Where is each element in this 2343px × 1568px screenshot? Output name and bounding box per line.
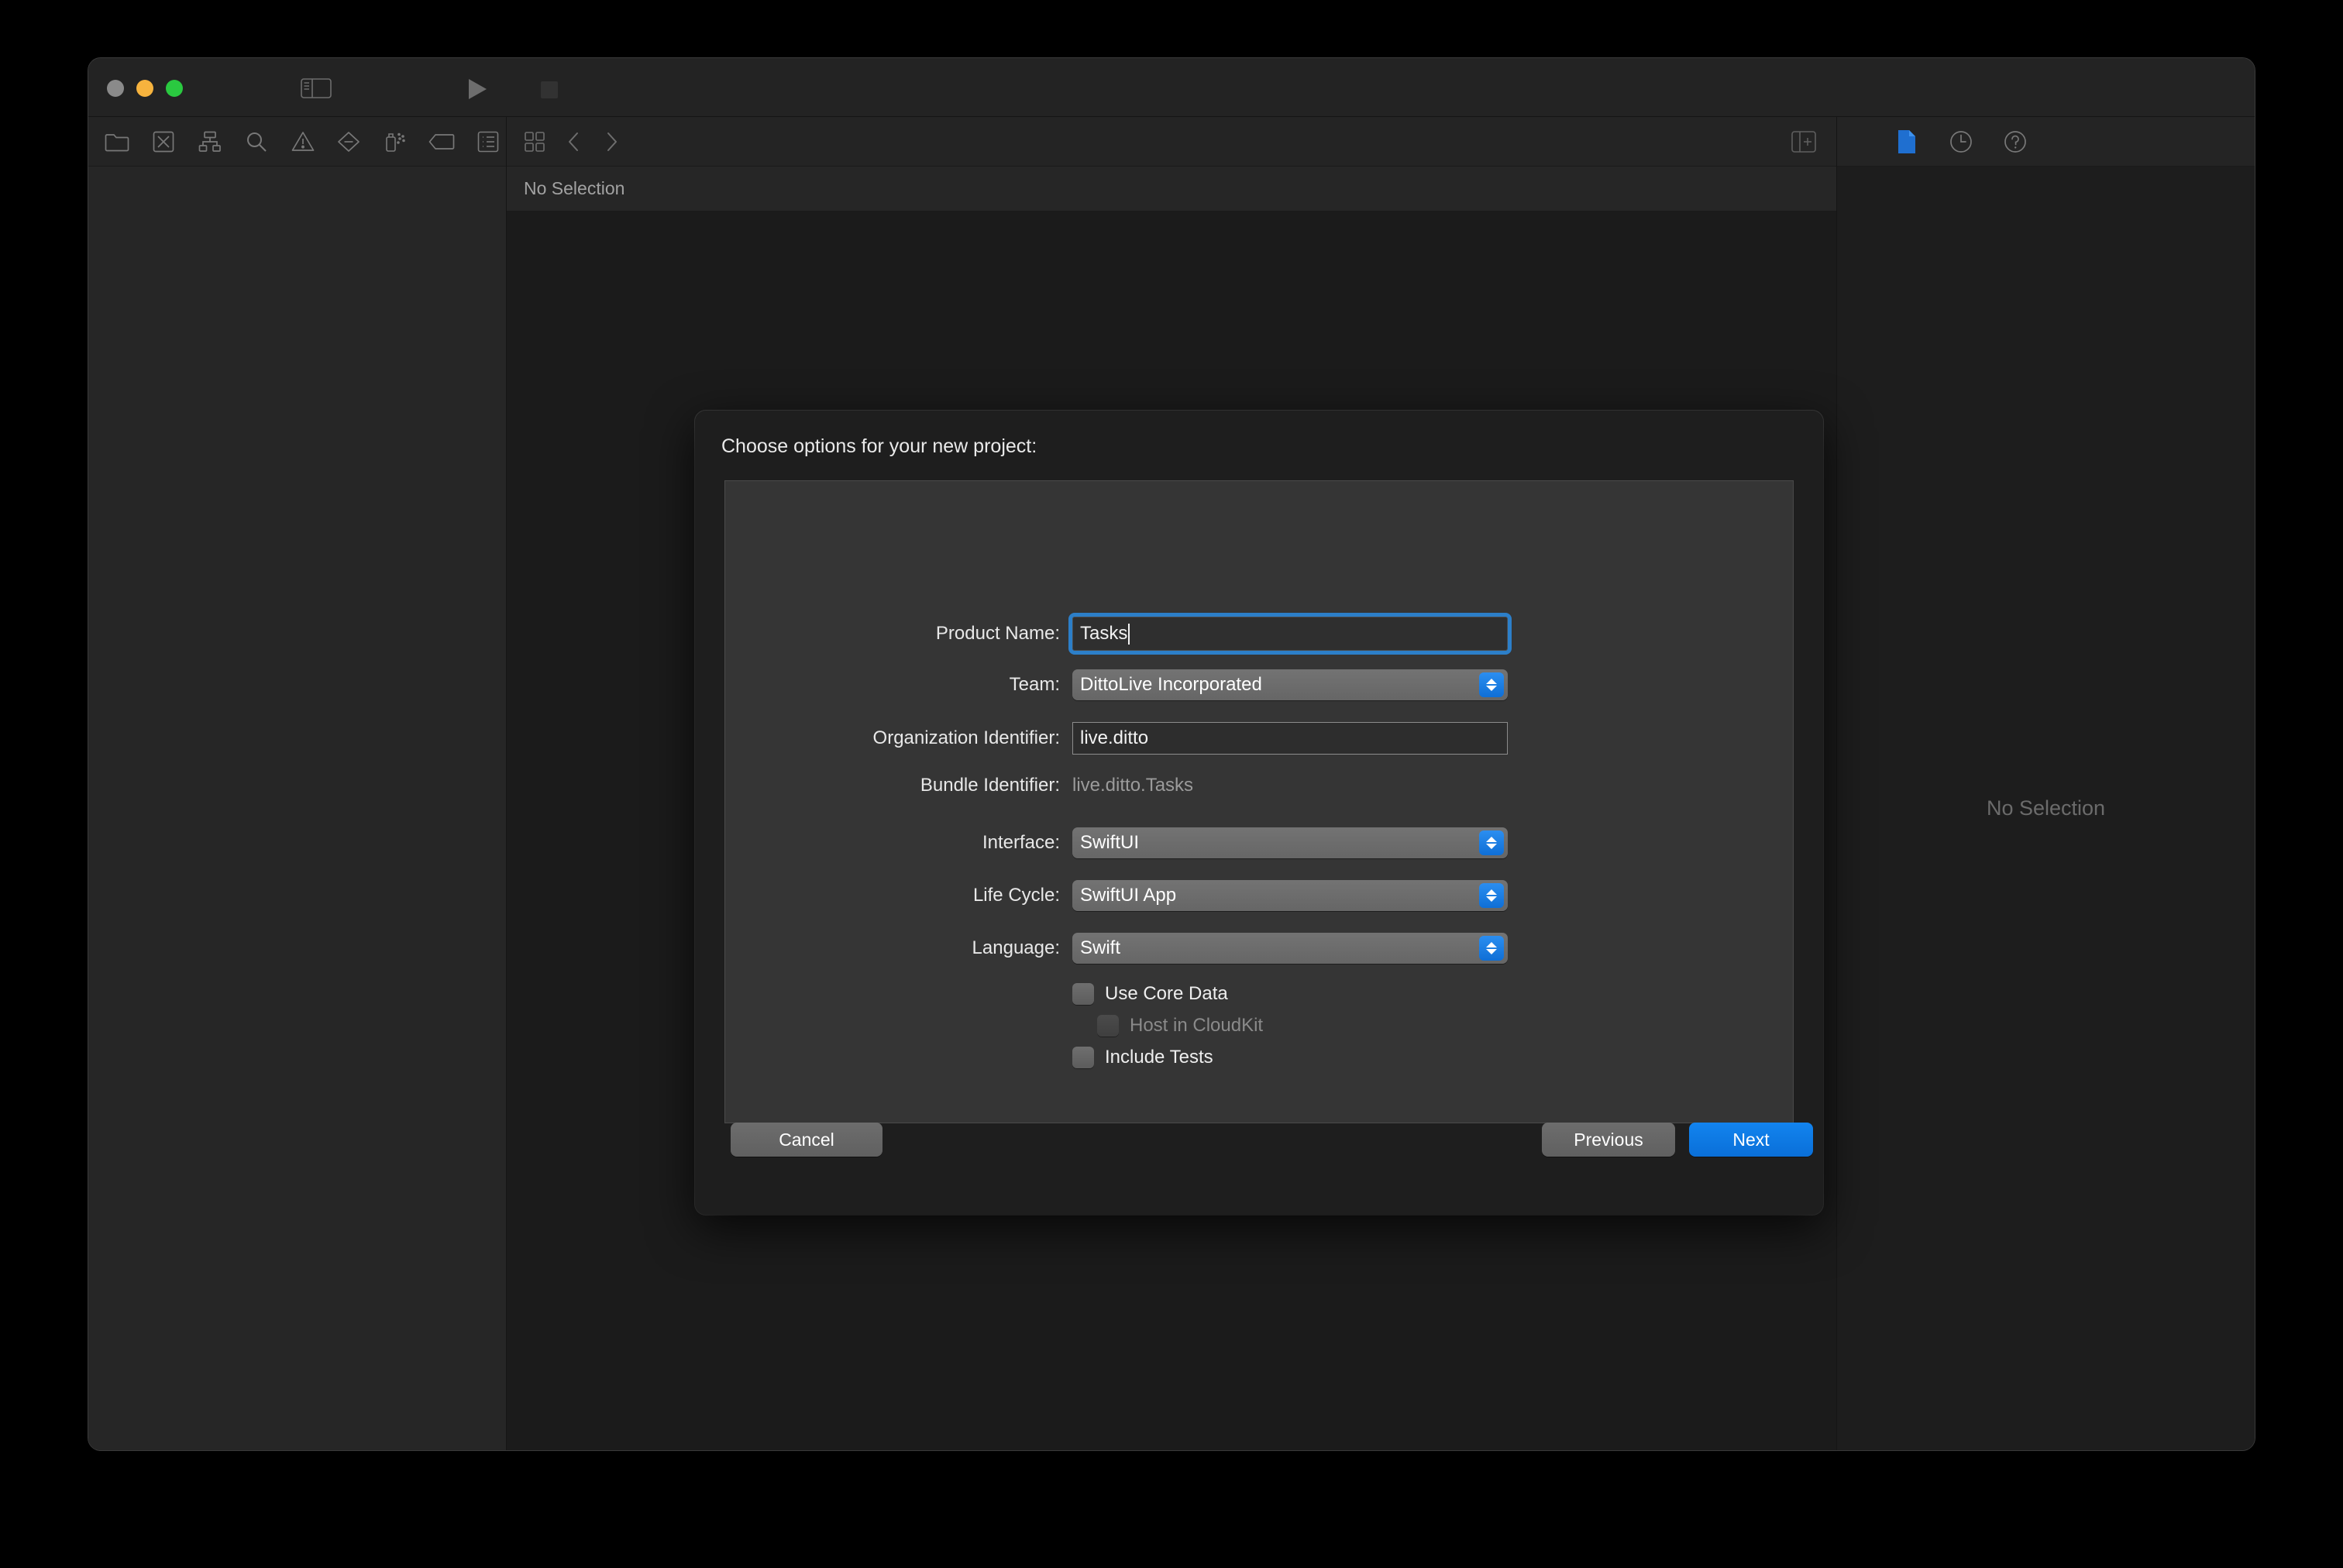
use-core-data-checkbox-row[interactable]: Use Core Data <box>1072 983 1228 1005</box>
chevron-right-icon[interactable] <box>595 126 629 158</box>
bundle-identifier-value: live.ditto.Tasks <box>1072 775 1194 796</box>
product-name-value: Tasks <box>1080 623 1128 644</box>
include-tests-label: Include Tests <box>1105 1047 1213 1068</box>
warning-triangle-icon[interactable] <box>285 126 321 157</box>
xcode-window: No Selection No Selection Choose options… <box>88 58 2255 1450</box>
interface-row: Interface: SwiftUI <box>725 827 1508 858</box>
chevron-left-icon[interactable] <box>556 126 590 158</box>
sidebar-toggle-icon[interactable] <box>299 78 333 98</box>
file-icon[interactable] <box>1893 128 1921 156</box>
related-items-icon[interactable] <box>518 126 552 158</box>
life-cycle-row: Life Cycle: SwiftUI App <box>725 880 1508 911</box>
host-in-cloudkit-checkbox-row: Host in CloudKit <box>1097 1015 1263 1037</box>
product-name-input[interactable]: Tasks <box>1068 613 1512 655</box>
host-in-cloudkit-label: Host in CloudKit <box>1130 1015 1264 1036</box>
zoom-window-button[interactable] <box>166 80 183 97</box>
close-window-button[interactable] <box>107 80 124 97</box>
language-row: Language: Swift <box>725 933 1508 964</box>
cancel-button[interactable]: Cancel <box>731 1123 882 1157</box>
text-caret <box>1128 623 1130 645</box>
team-value: DittoLive Incorporated <box>1080 674 1262 695</box>
minimize-window-button[interactable] <box>136 80 153 97</box>
team-row: Team: DittoLive Incorporated <box>725 669 1508 700</box>
inspector-tab-bar <box>1837 117 2255 167</box>
team-popup-button[interactable]: DittoLive Incorporated <box>1072 669 1508 700</box>
diamond-minus-icon[interactable] <box>331 126 366 157</box>
options-panel: Product Name: Tasks Team: DittoLive Inco… <box>724 480 1794 1123</box>
bundle-identifier-label: Bundle Identifier: <box>920 775 1060 796</box>
product-name-label: Product Name: <box>935 623 1060 644</box>
spray-icon[interactable] <box>377 126 413 157</box>
organization-identifier-label: Organization Identifier: <box>872 727 1060 748</box>
life-cycle-value: SwiftUI App <box>1080 885 1177 906</box>
include-tests-checkbox[interactable] <box>1072 1047 1094 1068</box>
new-project-options-dialog: Choose options for your new project: Pro… <box>695 411 1823 1215</box>
previous-button[interactable]: Previous <box>1542 1123 1675 1157</box>
chevron-updown-icon <box>1479 883 1504 908</box>
organization-identifier-input[interactable]: live.ditto <box>1072 722 1508 755</box>
inspector-empty-label: No Selection <box>1986 796 2106 820</box>
inspector-panel: No Selection <box>1836 117 2255 1450</box>
stop-icon[interactable] <box>539 80 559 100</box>
life-cycle-label: Life Cycle: <box>972 885 1060 906</box>
navigator-tab-bar <box>88 117 506 167</box>
use-core-data-checkbox[interactable] <box>1072 983 1094 1005</box>
use-core-data-label: Use Core Data <box>1105 983 1228 1004</box>
next-button[interactable]: Next <box>1689 1123 1813 1157</box>
language-value: Swift <box>1080 937 1121 958</box>
chevron-updown-icon <box>1479 936 1504 961</box>
report-list-icon[interactable] <box>470 126 506 157</box>
bundle-identifier-row: Bundle Identifier: live.ditto.Tasks <box>725 775 1193 796</box>
search-icon[interactable] <box>239 126 274 157</box>
editor-breadcrumb-label: No Selection <box>524 178 625 198</box>
editor-breadcrumb[interactable]: No Selection <box>507 167 1836 211</box>
host-in-cloudkit-checkbox <box>1097 1015 1119 1037</box>
organization-identifier-row: Organization Identifier: live.ditto <box>725 722 1508 755</box>
inspector-content: No Selection <box>1837 167 2255 1450</box>
tag-icon[interactable] <box>424 126 459 157</box>
language-popup-button[interactable]: Swift <box>1072 933 1508 964</box>
clock-icon[interactable] <box>1947 128 1975 156</box>
interface-value: SwiftUI <box>1080 832 1140 853</box>
interface-popup-button[interactable]: SwiftUI <box>1072 827 1508 858</box>
dialog-title: Choose options for your new project: <box>721 435 1037 457</box>
team-label: Team: <box>1009 674 1060 695</box>
navigator-panel <box>88 117 507 1450</box>
interface-label: Interface: <box>982 832 1060 853</box>
chevron-updown-icon <box>1479 672 1504 697</box>
add-editor-icon[interactable] <box>1787 126 1821 158</box>
organization-identifier-value: live.ditto <box>1080 727 1149 748</box>
question-icon[interactable] <box>2001 128 2029 156</box>
navigator-content <box>88 167 506 1450</box>
traffic-lights <box>107 80 183 97</box>
hierarchy-icon[interactable] <box>192 126 228 157</box>
window-titlebar <box>88 58 2255 170</box>
include-tests-checkbox-row[interactable]: Include Tests <box>1072 1047 1213 1068</box>
product-name-row: Product Name: Tasks <box>725 613 1512 655</box>
language-label: Language: <box>972 937 1060 958</box>
play-icon[interactable] <box>465 78 490 100</box>
editor-jump-bar <box>507 117 1836 167</box>
life-cycle-popup-button[interactable]: SwiftUI App <box>1072 880 1508 911</box>
chevron-updown-icon <box>1479 830 1504 855</box>
source-control-icon[interactable] <box>146 126 181 157</box>
folder-icon[interactable] <box>99 126 135 157</box>
